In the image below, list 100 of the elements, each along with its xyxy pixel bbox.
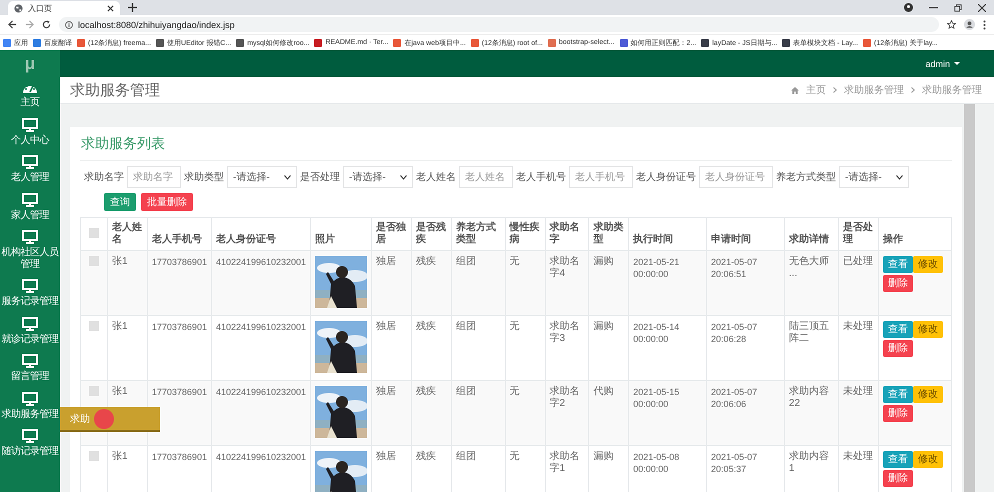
table-cell: 已处理	[838, 250, 878, 316]
menu-icon[interactable]	[983, 20, 986, 30]
table-cell: 2021-05-21 00:00:00	[628, 250, 707, 316]
monitor-icon	[22, 429, 38, 443]
select-field[interactable]: -请选择-	[839, 166, 909, 188]
field-label: 求助类型	[184, 170, 224, 184]
restore-icon[interactable]	[954, 4, 962, 12]
checkbox[interactable]	[89, 228, 99, 238]
profile-icon[interactable]	[964, 19, 975, 30]
monitor-icon	[22, 155, 38, 169]
edit-button[interactable]: 修改	[912, 321, 943, 338]
search-button[interactable]: 查询	[104, 193, 136, 211]
field-label: 老人身份证号	[636, 170, 696, 184]
minimize-icon[interactable]	[929, 6, 938, 8]
table-cell: 2021-05-15 00:00:00	[628, 380, 707, 446]
field-label: 老人手机号	[516, 170, 566, 184]
view-button[interactable]: 查看	[882, 321, 913, 338]
delete-button[interactable]: 删除	[882, 470, 913, 487]
star-icon[interactable]	[947, 20, 956, 29]
checkbox[interactable]	[89, 451, 99, 462]
table-cell: 未处理	[838, 380, 878, 446]
monitor-icon	[22, 279, 38, 293]
table-cell: 漏购	[588, 250, 629, 316]
monitor-icon	[22, 316, 38, 330]
chevron-icon	[833, 87, 837, 93]
view-button[interactable]: 查看	[882, 451, 913, 468]
table-cell: 2021-05-07 20:06:51	[706, 250, 784, 316]
sidebar-item[interactable]: 留言管理	[0, 350, 60, 388]
sidebar-item[interactable]: 个人中心	[0, 114, 60, 151]
delete-button[interactable]: 删除	[882, 405, 913, 422]
page-title: 求助服务管理	[70, 80, 160, 100]
table-cell: 2021-05-07 20:06:06	[706, 380, 784, 446]
field-label: 是否处理	[300, 170, 340, 184]
close-icon[interactable]	[107, 4, 114, 12]
monitor-icon	[22, 392, 38, 406]
table-cell: 410224199610232001	[211, 380, 311, 446]
card-title: 求助服务列表	[80, 127, 952, 161]
table-cell: 410224199610232001	[211, 250, 311, 316]
info-icon	[65, 20, 73, 28]
checkbox[interactable]	[89, 321, 99, 332]
caret-icon	[896, 174, 903, 180]
monitor-icon	[22, 230, 38, 244]
home-icon	[791, 86, 799, 94]
address-bar[interactable]: localhost:8080/zhihuiyangdao/index.jsp	[59, 17, 939, 32]
edit-button[interactable]: 修改	[912, 256, 943, 273]
table-cell: 独居	[372, 380, 412, 446]
back-icon[interactable]	[8, 20, 17, 29]
input-field[interactable]: 求助名字	[127, 166, 181, 188]
field-label: 老人姓名	[416, 170, 456, 184]
browser-tab[interactable]: 入口页	[8, 1, 120, 15]
input-field[interactable]: 老人手机号	[569, 166, 633, 188]
view-button[interactable]: 查看	[882, 256, 913, 273]
view-button[interactable]: 查看	[882, 386, 913, 403]
sidebar-item[interactable]: 随访记录管理	[0, 425, 60, 462]
select-field[interactable]: -请选择-	[343, 166, 413, 188]
table-cell: 17703786901	[147, 250, 212, 316]
batch-delete-button[interactable]: 批量删除	[141, 193, 193, 211]
monitor-icon	[22, 118, 38, 132]
sidebar-item[interactable]: 就诊记录管理	[0, 312, 60, 350]
sidebar-item[interactable]: 老人管理	[0, 151, 60, 188]
delete-button[interactable]: 删除	[882, 340, 913, 357]
table-cell: 17703786901	[147, 380, 212, 446]
close-icon[interactable]	[978, 4, 986, 12]
edit-button[interactable]: 修改	[912, 386, 943, 403]
breadcrumb-item[interactable]: 求助服务管理	[844, 83, 904, 97]
table-cell: 张1	[108, 250, 148, 316]
sidebar-item[interactable]: 主页	[0, 77, 60, 114]
sidebar-item[interactable]: 机构社区人员管理	[0, 226, 60, 275]
scrollbar[interactable]	[964, 104, 975, 492]
checkbox[interactable]	[89, 386, 99, 396]
sidebar-item[interactable]: 家人管理	[0, 188, 60, 226]
field-label: 养老方式类型	[776, 170, 836, 184]
monitor-icon	[22, 192, 38, 206]
caret-icon	[400, 174, 407, 180]
breadcrumb-item[interactable]: 主页	[806, 83, 826, 97]
input-field[interactable]: 老人姓名	[459, 166, 513, 188]
sidebar-item[interactable]: 求助服务管理	[0, 388, 60, 425]
account-icon[interactable]	[904, 3, 913, 12]
sidebar-item[interactable]: 服务记录管理	[0, 275, 60, 312]
table-cell: 求助名字2	[545, 380, 589, 446]
edit-button[interactable]: 修改	[912, 451, 943, 468]
globe-icon	[14, 4, 23, 12]
table-cell: 残疾	[411, 380, 452, 446]
reload-icon[interactable]	[42, 20, 51, 29]
delete-button[interactable]: 删除	[882, 275, 913, 292]
table-cell: 组团	[451, 250, 506, 316]
caret-icon	[284, 174, 291, 180]
checkbox[interactable]	[89, 256, 99, 266]
table-cell: 代购	[588, 380, 629, 446]
table-cell: 无	[505, 380, 546, 446]
table-cell: 求助内容22	[784, 380, 839, 446]
table-cell: 残疾	[411, 250, 452, 316]
select-field[interactable]: -请选择-	[227, 166, 297, 188]
new-tab-icon[interactable]	[128, 3, 137, 12]
table-cell: 无	[505, 250, 546, 316]
logo: μ	[24, 52, 36, 74]
field-label: 求助名字	[84, 170, 124, 184]
input-field[interactable]: 老人身份证号	[699, 166, 773, 188]
user-menu[interactable]: admin	[925, 58, 960, 68]
table-cell: 组团	[451, 380, 506, 446]
